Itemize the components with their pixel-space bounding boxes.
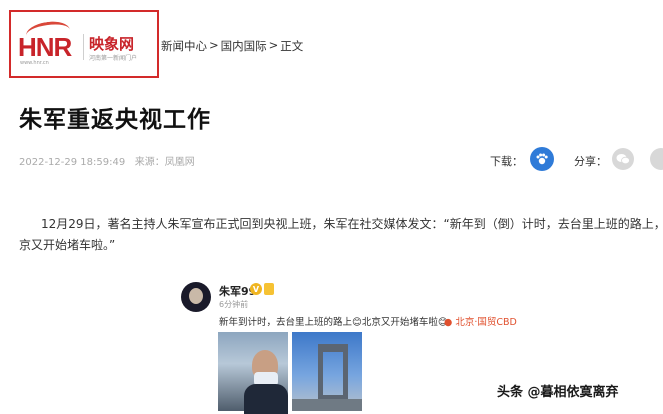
breadcrumb-news-center[interactable]: 新闻中心 bbox=[161, 38, 207, 54]
member-badge-icon bbox=[264, 283, 274, 295]
logo-divider bbox=[83, 34, 84, 60]
article-paragraph-text: 12月29日，著名主持人朱军宣布正式回到央视上班，朱军在社交媒体发文：“新年到（… bbox=[19, 217, 663, 252]
article-paragraph: 12月29日，著名主持人朱军宣布正式回到央视上班，朱军在社交媒体发文：“新年到（… bbox=[19, 214, 663, 256]
post-photo-building bbox=[292, 332, 362, 411]
post-text: 新年到计时，去台里上班的路上😊北京又开始堵车啦😊 bbox=[219, 317, 448, 328]
breadcrumb-current: 正文 bbox=[280, 39, 304, 53]
verified-badge-icon: V bbox=[250, 283, 262, 295]
wechat-icon bbox=[616, 154, 630, 165]
share-label: 分享： bbox=[574, 155, 607, 168]
post-time: 6分钟前 bbox=[219, 300, 249, 309]
post-photo-selfie bbox=[218, 332, 288, 414]
location-pin-icon: ● bbox=[444, 317, 453, 328]
logo-site-name: 映象网 bbox=[89, 35, 135, 53]
article-meta: 2022-12-29 18:59:49 来源：凤凰网 bbox=[19, 153, 195, 168]
post-location: ● 北京·国贸CBD bbox=[444, 314, 517, 328]
post-location-text: 北京·国贸CBD bbox=[455, 317, 517, 328]
breadcrumb-separator: > bbox=[209, 38, 219, 52]
logo-url: www.hnr.cn bbox=[20, 60, 49, 66]
share-weibo-button[interactable] bbox=[650, 148, 663, 170]
paw-icon bbox=[536, 153, 548, 165]
page-title: 朱军重返央视工作 bbox=[19, 107, 211, 133]
logo-text: HNR bbox=[18, 32, 72, 62]
logo-tagline: 河南第一新闻门户 bbox=[89, 55, 138, 62]
download-app-button[interactable] bbox=[530, 147, 554, 171]
publish-datetime: 2022-12-29 18:59:49 bbox=[19, 157, 126, 168]
breadcrumb: 新闻中心 > 国内国际 > 正文 bbox=[161, 38, 303, 54]
avatar bbox=[181, 282, 211, 312]
watermark: 头条 @暮相依寞离弃 bbox=[497, 385, 619, 400]
breadcrumb-separator: > bbox=[268, 38, 279, 52]
share-wechat-button[interactable] bbox=[612, 148, 634, 170]
download-label: 下载： bbox=[490, 155, 523, 168]
breadcrumb-domestic-intl[interactable]: 国内国际 bbox=[221, 38, 267, 54]
article-source: 来源：凤凰网 bbox=[134, 157, 195, 168]
